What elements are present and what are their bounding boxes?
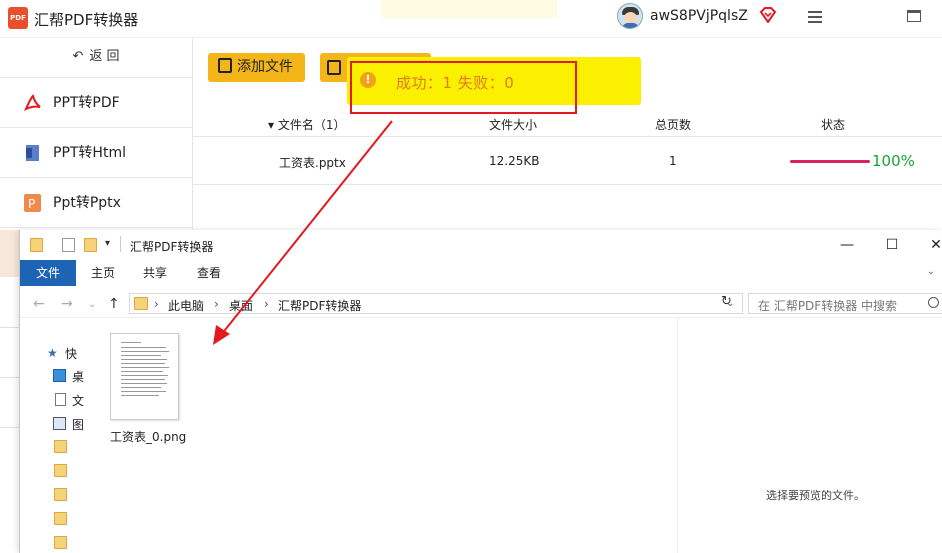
- up-nav-icon[interactable]: ↑: [108, 296, 120, 312]
- folder-icon[interactable]: [54, 512, 67, 525]
- explorer-title: 汇帮PDF转换器: [130, 240, 214, 254]
- new-folder-icon[interactable]: [84, 238, 97, 252]
- col-pages: 总页数: [655, 118, 692, 132]
- breadcrumb-sep: ›: [264, 297, 269, 311]
- breadcrumb-item[interactable]: 桌面: [229, 297, 253, 314]
- add-folder-icon: [327, 60, 341, 75]
- back-nav-icon[interactable]: ←: [33, 296, 45, 312]
- svg-text:P: P: [28, 197, 35, 211]
- close-icon[interactable]: ✕: [926, 236, 942, 254]
- pdf-icon: [24, 94, 41, 112]
- add-file-label: 添加文件: [237, 59, 293, 75]
- col-filename[interactable]: ▾ 文件名（1）: [268, 116, 345, 133]
- folder-icon[interactable]: [54, 536, 67, 549]
- progress-percent: 100%: [872, 152, 915, 170]
- desktop-icon[interactable]: [53, 369, 66, 382]
- search-icon: [928, 297, 939, 308]
- maximize-icon[interactable]: ☐: [882, 236, 902, 254]
- file-thumbnail[interactable]: [110, 333, 179, 420]
- folder-icon: [134, 297, 148, 310]
- minimize-icon[interactable]: —: [837, 236, 857, 254]
- breadcrumb-item[interactable]: 此电脑: [168, 297, 204, 314]
- address-row: ← → ⌄ ↑ › 此电脑 › 桌面 › 汇帮PDF转换器 ⌄ ↻ 在 汇帮PD…: [20, 290, 942, 318]
- sidebar-item-ppt-to-html[interactable]: PPT转Html: [0, 128, 192, 178]
- highlight-box: [350, 61, 577, 114]
- progress-bar: [790, 160, 870, 163]
- nav-item-quick-access[interactable]: 快: [65, 345, 77, 362]
- ribbon-expand-icon[interactable]: ⌄: [927, 266, 935, 277]
- folder-icon[interactable]: [54, 440, 67, 453]
- row-filename: 工资表.pptx: [279, 156, 346, 170]
- breadcrumb-sep: ›: [214, 297, 219, 311]
- row-pages: 1: [669, 154, 677, 168]
- forward-nav-icon[interactable]: →: [61, 296, 73, 312]
- app-logo-icon: PDF: [8, 7, 28, 29]
- table-row[interactable]: 工资表.pptx 12.25KB 1 100%: [193, 137, 942, 185]
- username[interactable]: awS8PVjPqlsZ: [650, 8, 748, 24]
- app-titlebar: PDF 汇帮PDF转换器 awS8PVjPqlsZ: [0, 0, 942, 38]
- address-bar[interactable]: › 此电脑 › 桌面 › 汇帮PDF转换器 ⌄: [129, 293, 743, 314]
- sidebar-item-label: Ppt转Pptx: [53, 195, 121, 211]
- back-button[interactable]: ↶ 返 回: [0, 38, 192, 78]
- search-placeholder: 在 汇帮PDF转换器 中搜索: [758, 299, 898, 313]
- sidebar-item-label: PPT转Html: [53, 145, 126, 161]
- faded-banner: [382, 0, 557, 18]
- window-restore-icon[interactable]: [907, 10, 921, 22]
- add-file-icon: [218, 58, 232, 73]
- file-name-label[interactable]: 工资表_0.png: [110, 428, 186, 445]
- avatar[interactable]: [617, 3, 643, 29]
- recent-dropdown-icon[interactable]: ⌄: [88, 299, 96, 310]
- refresh-icon[interactable]: ↻: [721, 294, 732, 309]
- folder-icon: [30, 238, 43, 252]
- tab-file[interactable]: 文件: [20, 260, 76, 286]
- menu-icon[interactable]: [808, 11, 822, 23]
- col-status: 状态: [821, 118, 846, 132]
- html-file-icon: [26, 145, 39, 161]
- screen: PDF 汇帮PDF转换器 awS8PVjPqlsZ ↶ 返 回 PPT转PDF: [0, 0, 942, 553]
- explorer-titlebar: ▾ 汇帮PDF转换器 — ☐ ✕: [20, 230, 942, 260]
- pptx-icon: P: [24, 194, 41, 212]
- pictures-icon[interactable]: [53, 417, 66, 430]
- col-filesize: 文件大小: [489, 118, 538, 132]
- sidebar-item-label: PPT转PDF: [53, 95, 120, 111]
- add-file-button[interactable]: 添加文件: [208, 53, 305, 82]
- folder-icon[interactable]: [54, 464, 67, 477]
- search-input[interactable]: 在 汇帮PDF转换器 中搜索: [748, 293, 942, 314]
- tab-view[interactable]: 查看: [188, 260, 230, 286]
- underlying-sidebar-strip: [0, 230, 19, 553]
- sidebar-item-ppt-to-pdf[interactable]: PPT转PDF: [0, 78, 192, 128]
- preview-divider: [677, 318, 678, 553]
- app-title: 汇帮PDF转换器: [34, 11, 139, 29]
- properties-icon[interactable]: [62, 238, 75, 252]
- tab-home[interactable]: 主页: [82, 260, 124, 286]
- tab-share[interactable]: 共享: [134, 260, 176, 286]
- ribbon-tabs: 文件 主页 共享 查看 ⌄: [20, 260, 942, 286]
- breadcrumb-item[interactable]: 汇帮PDF转换器: [278, 297, 361, 314]
- document-icon[interactable]: [55, 393, 66, 406]
- preview-pane-text: 选择要预览的文件。: [766, 489, 865, 502]
- back-arrow-icon: ↶: [72, 49, 84, 64]
- vip-diamond-icon[interactable]: [759, 7, 777, 23]
- folder-icon[interactable]: [54, 488, 67, 501]
- back-label: 返 回: [89, 49, 120, 64]
- row-filesize: 12.25KB: [489, 154, 540, 168]
- star-icon: ★: [47, 346, 58, 360]
- breadcrumb-sep: ›: [154, 297, 159, 311]
- quick-access-dropdown-icon[interactable]: ▾: [105, 238, 110, 249]
- navigation-pane: ★ 快 桌 文 图: [20, 318, 84, 553]
- sidebar-item-ppt-to-pptx[interactable]: P Ppt转Pptx: [0, 178, 192, 228]
